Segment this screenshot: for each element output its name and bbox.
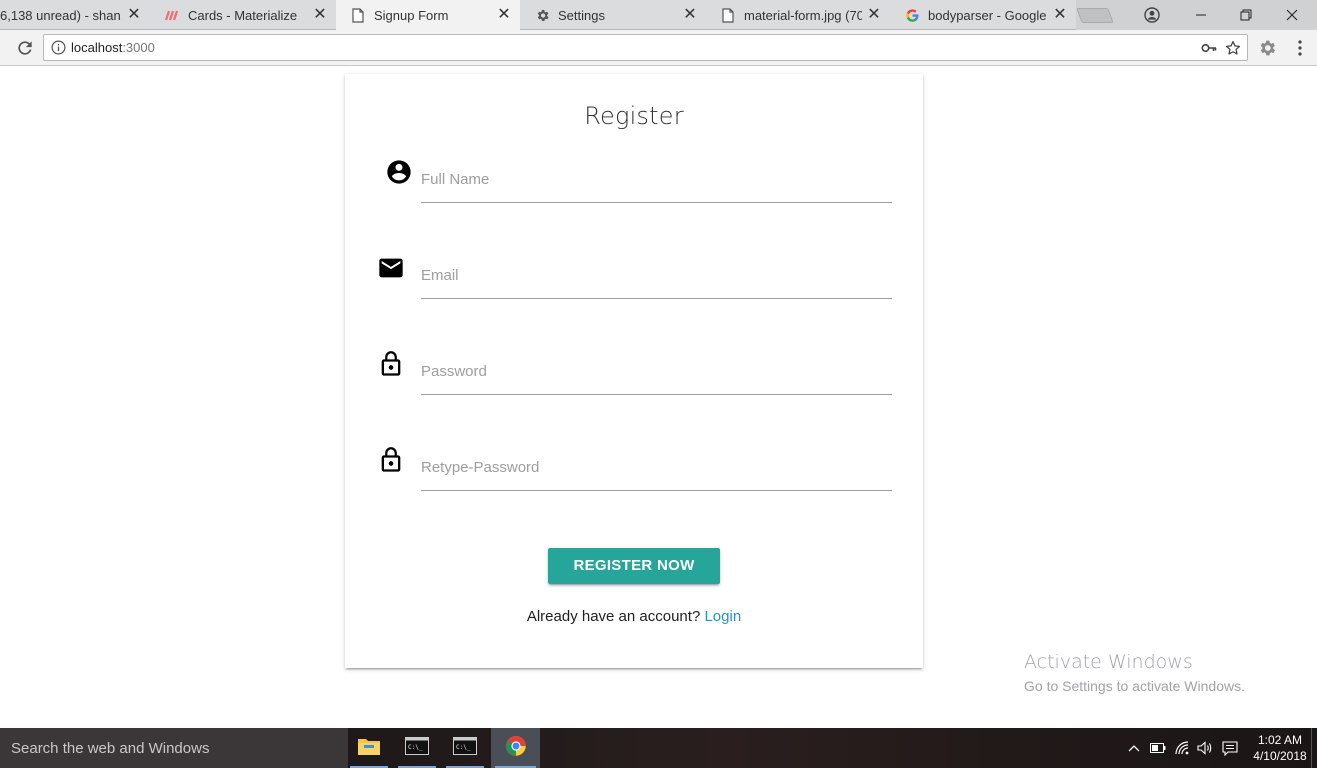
- register-card: Register REGISTER NOW: [345, 74, 923, 668]
- full-name-field: [345, 154, 923, 214]
- full-name-underline: [421, 157, 892, 203]
- email-input[interactable]: [421, 259, 892, 291]
- tab-settings[interactable]: Settings ✕: [520, 0, 706, 30]
- retype-password-input[interactable]: [421, 451, 892, 483]
- close-icon[interactable]: ✕: [126, 7, 142, 23]
- browser-toolbar: localhost:3000: [0, 30, 1317, 66]
- extension-icon[interactable]: [1257, 38, 1277, 58]
- tab-title: Signup Form: [374, 7, 449, 23]
- watermark-subtitle: Go to Settings to activate Windows.: [1024, 678, 1245, 694]
- close-icon[interactable]: ✕: [682, 7, 698, 23]
- new-tab-button[interactable]: [1076, 8, 1114, 23]
- page-icon: [720, 7, 736, 23]
- close-window-icon[interactable]: [1269, 0, 1315, 30]
- show-desktop-button[interactable]: [1311, 728, 1317, 768]
- password-input[interactable]: [421, 355, 892, 387]
- clock-date: 4/10/2018: [1253, 749, 1307, 763]
- login-prompt-text: Already have an account?: [526, 608, 701, 625]
- reload-icon[interactable]: [15, 38, 35, 58]
- password-underline: [421, 349, 892, 395]
- register-now-button[interactable]: REGISTER NOW: [548, 548, 720, 584]
- google-icon: [904, 7, 920, 23]
- restore-icon[interactable]: [1223, 0, 1269, 30]
- gear-icon: [534, 7, 550, 23]
- close-icon[interactable]: ✕: [866, 7, 882, 23]
- lock-icon: [377, 350, 405, 378]
- address-bar[interactable]: localhost:3000: [43, 34, 1248, 61]
- notifications-icon[interactable]: [1222, 740, 1238, 756]
- email-icon: [377, 254, 405, 282]
- email-field: [345, 250, 923, 310]
- system-clock[interactable]: 1:02 AM 4/10/2018: [1250, 732, 1310, 764]
- terminal-icon: C:\_: [453, 736, 477, 760]
- minimize-icon[interactable]: [1178, 0, 1224, 30]
- url-text[interactable]: localhost:3000: [71, 40, 155, 55]
- form-title: Register: [584, 102, 684, 130]
- battery-icon[interactable]: [1150, 740, 1166, 756]
- tab-cards-materialize[interactable]: Cards - Materialize ✕: [150, 0, 336, 30]
- profile-icon[interactable]: [1129, 0, 1175, 30]
- tab-signup-form[interactable]: Signup Form ✕: [336, 0, 520, 30]
- login-link[interactable]: Login: [704, 608, 741, 625]
- watermark-title: Activate Windows: [1024, 651, 1193, 673]
- tab-gmail[interactable]: 6,138 unread) - shan.rc ✕: [0, 0, 150, 30]
- clock-time: 1:02 AM: [1257, 733, 1303, 747]
- taskbar-search-placeholder: Search the web and Windows: [11, 740, 210, 757]
- volume-icon[interactable]: [1197, 740, 1213, 756]
- password-field: [345, 346, 923, 406]
- svg-text:C:\_: C:\_: [408, 744, 423, 751]
- tab-title: Cards - Materialize: [188, 7, 298, 23]
- command-prompt-taskbar-button[interactable]: C:\_: [394, 728, 440, 768]
- chevron-up-icon[interactable]: [1126, 740, 1142, 756]
- chrome-taskbar-button[interactable]: [491, 728, 540, 768]
- close-icon[interactable]: ✕: [496, 7, 512, 23]
- lock-icon: [377, 446, 405, 474]
- info-icon[interactable]: [51, 40, 66, 55]
- terminal-icon: C:\_: [405, 736, 429, 760]
- folder-icon: [357, 736, 381, 761]
- close-icon[interactable]: ✕: [312, 7, 328, 23]
- tab-material-form-jpg[interactable]: material-form.jpg (700× ✕: [706, 0, 890, 30]
- tab-strip: 6,138 unread) - shan.rc ✕ Cards - Materi…: [0, 0, 1317, 30]
- tab-title: 6,138 unread) - shan.rc: [0, 7, 122, 23]
- command-prompt-taskbar-button-2[interactable]: C:\_: [442, 728, 488, 768]
- tab-title: bodyparser - Google Se: [928, 7, 1048, 23]
- file-explorer-taskbar-button[interactable]: [346, 728, 392, 768]
- url-host: localhost: [71, 40, 123, 55]
- chrome-icon: [505, 735, 527, 762]
- more-menu-icon[interactable]: [1290, 39, 1310, 57]
- bookmark-star-icon[interactable]: [1224, 39, 1242, 57]
- tab-title: material-form.jpg (700×: [744, 7, 862, 23]
- materialize-icon: [164, 7, 180, 23]
- account-circle-icon: [385, 158, 413, 186]
- activate-windows-watermark: Activate Windows Go to Settings to activ…: [1024, 651, 1245, 694]
- full-name-input[interactable]: [421, 163, 892, 195]
- retype-password-field: [345, 442, 923, 502]
- retype-password-underline: [421, 445, 892, 491]
- login-prompt: Already have an account? Login: [345, 608, 923, 625]
- key-icon[interactable]: [1201, 41, 1217, 55]
- tab-bodyparser-google[interactable]: bodyparser - Google Se ✕: [890, 0, 1076, 30]
- email-underline: [421, 253, 892, 299]
- svg-text:C:\_: C:\_: [456, 744, 471, 751]
- close-icon[interactable]: ✕: [1052, 7, 1068, 23]
- page-icon: [350, 7, 366, 23]
- tab-title: Settings: [558, 7, 605, 23]
- wifi-icon[interactable]: [1175, 740, 1191, 756]
- taskbar: Search the web and Windows C:\_ C:\_ 1:0…: [0, 728, 1317, 768]
- taskbar-search-box[interactable]: Search the web and Windows: [0, 728, 348, 768]
- url-port: :3000: [122, 40, 155, 55]
